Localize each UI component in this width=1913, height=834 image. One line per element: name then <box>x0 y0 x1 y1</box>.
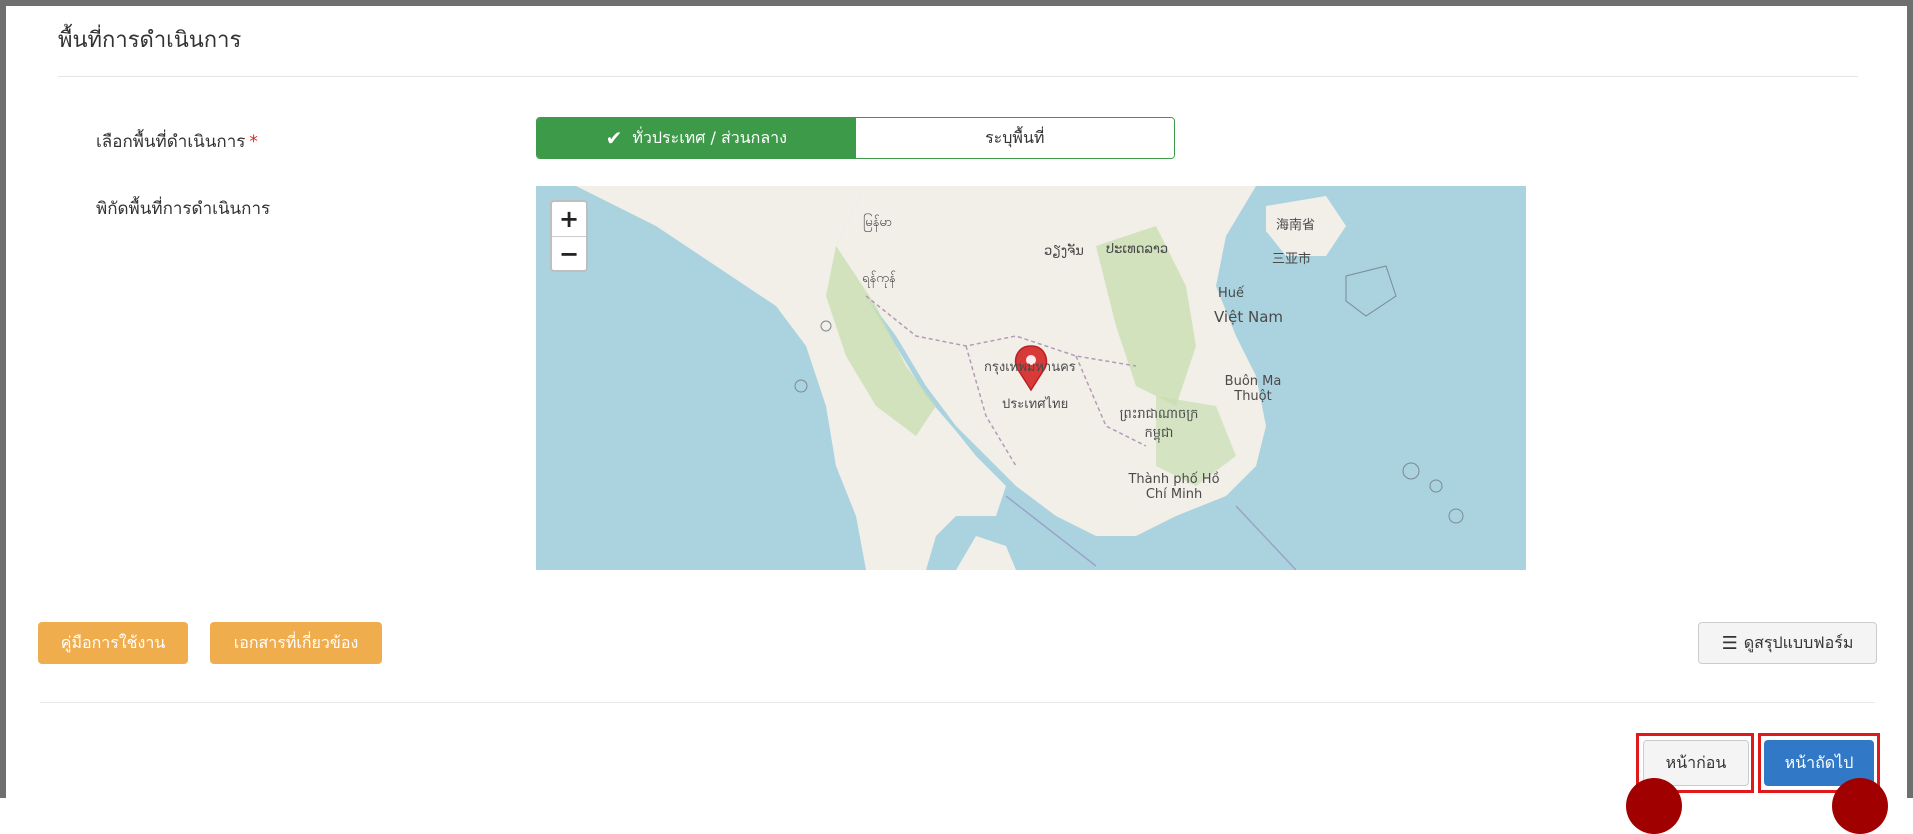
map-label-vietnam: Việt Nam <box>1214 308 1284 326</box>
step-marker-left <box>1626 778 1682 834</box>
toggle-national-button[interactable]: ✔ ทั่วประเทศ / ส่วนกลาง <box>537 118 856 158</box>
island <box>1429 479 1443 493</box>
toggle-specific-label: ระบุพื้นที่ <box>985 127 1045 147</box>
toggle-national-label: ทั่วประเทศ / ส่วนกลาง <box>632 127 787 147</box>
map-tiles <box>576 186 1464 570</box>
area-select-label-text: เลือกพื้นที่ดำเนินการ <box>96 132 246 152</box>
required-mark: * <box>249 132 258 152</box>
map-label-vientiane: ວຽງຈັນ <box>1044 244 1084 259</box>
location-map[interactable]: မြန်မာ ရန်ကုန် ວຽງຈັນ ປະເທດລາວ 海南省 三亚市 H… <box>536 186 1526 570</box>
map-label-myanmar: မြန်မာ <box>863 215 893 230</box>
area-toggle: ✔ ทั่วประเทศ / ส่วนกลาง ระบุพื้นที่ <box>536 117 1175 159</box>
map-label-bangkok: กรุงเทพมหานคร <box>984 360 1076 375</box>
zoom-control: + − <box>550 200 588 272</box>
title-divider <box>58 76 1858 77</box>
map-label-yangon: ရန်ကုန် <box>862 271 896 286</box>
island <box>1402 462 1420 480</box>
check-icon: ✔ <box>605 126 623 150</box>
map-label-buon-ma-thuot: Buôn Ma Thuột <box>1224 374 1282 404</box>
map-label-hainan: 海南省 <box>1276 218 1316 233</box>
summary-button[interactable]: ☰ ดูสรุปแบบฟอร์ม <box>1698 622 1877 664</box>
island <box>794 379 808 393</box>
map-label-hcmc: Thành phố Hồ Chí Minh <box>1128 472 1220 502</box>
map-label-cambodia: ព្រះរាជាណាចក្រ កម្ពុជា <box>1119 407 1199 441</box>
manual-button[interactable]: คู่มือการใช้งาน <box>38 622 188 664</box>
coords-label: พิกัดพื้นที่การดำเนินการ <box>96 199 271 219</box>
documents-button[interactable]: เอกสารที่เกี่ยวข้อง <box>210 622 382 664</box>
map-label-thailand: ประเทศไทย <box>1002 397 1069 412</box>
zoom-out-button[interactable]: − <box>552 236 586 270</box>
section-title: พื้นที่การดำเนินการ <box>58 28 242 53</box>
area-select-label: เลือกพื้นที่ดำเนินการ * <box>96 128 258 155</box>
server-icon: ☰ <box>1721 632 1738 654</box>
zoom-in-button[interactable]: + <box>552 202 586 236</box>
map-label-sanya: 三亚市 <box>1272 252 1312 267</box>
step-marker-right <box>1832 778 1888 834</box>
toggle-specific-button[interactable]: ระบุพื้นที่ <box>855 118 1174 158</box>
reef <box>1345 265 1397 317</box>
footer-divider <box>40 702 1875 703</box>
summary-button-label: ดูสรุปแบบฟอร์ม <box>1743 632 1854 652</box>
map-label-hue: Huế <box>1218 286 1245 301</box>
map-label-laos: ປະເທດລາວ <box>1106 242 1169 257</box>
island <box>1448 508 1464 524</box>
